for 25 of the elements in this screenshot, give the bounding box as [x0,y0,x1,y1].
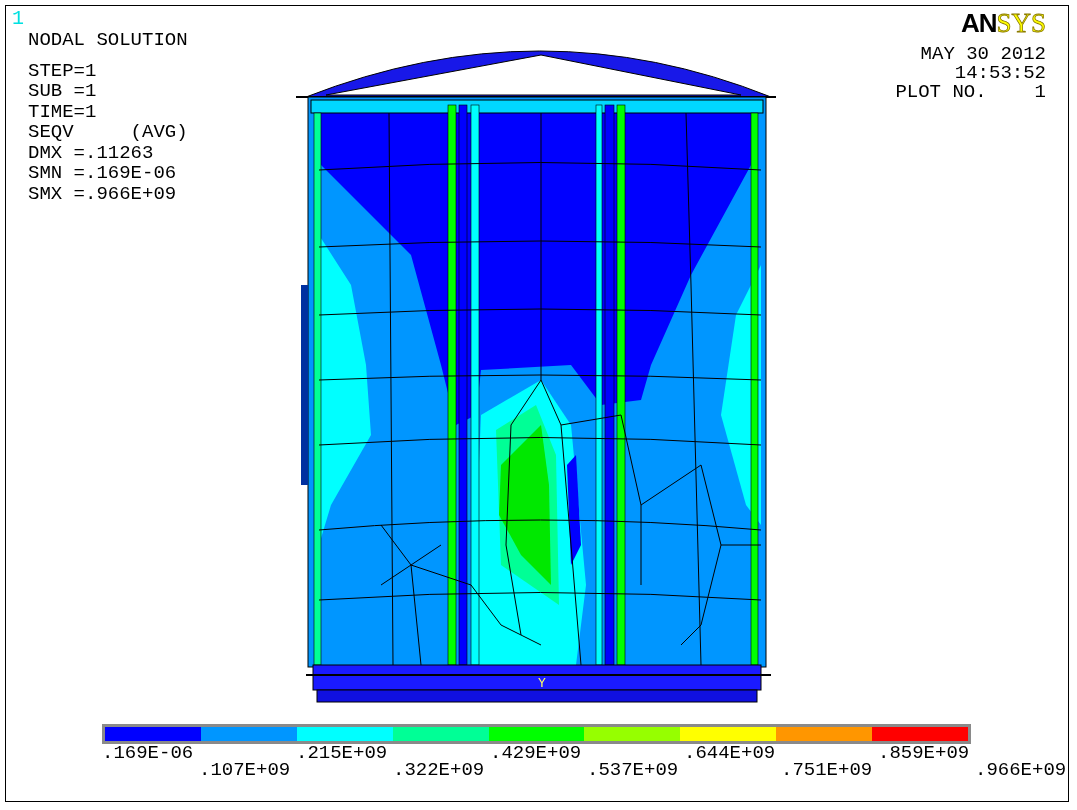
scale-label: .322E+09 [393,762,486,779]
scale-label: .215E+09 [296,745,389,762]
plot-date: MAY 30 2012 [920,45,1046,64]
logo: ANSYS [960,10,1046,36]
plot-number-label: PLOT NO. [895,83,987,102]
plot-number: 1 [1034,83,1046,102]
plot-title: NODAL SOLUTION [28,30,189,51]
scale-label: .644E+09 [684,745,777,762]
info-line: SMX =.966E+09 [28,183,178,204]
info-line: SMN =.169E-06 [28,163,178,184]
scale-label: .859E+09 [878,745,971,762]
info-line: TIME=1 [28,101,98,122]
info-line: STEP=1 [28,60,98,81]
scale-label: .966E+09 [975,762,1068,779]
scale-label: .537E+09 [587,762,680,779]
info-line: SUB =1 [28,81,98,102]
plot-time: 14:53:52 [954,64,1046,83]
scale-label: .751E+09 [781,762,874,779]
scale-label: .429E+09 [490,745,583,762]
scale-label: .169E-06 [102,745,195,762]
info-line: SEQV (AVG) [28,122,189,143]
axis-label: Y [538,676,546,691]
info-line: DMX =.11263 [28,142,155,163]
window-number: 1 [12,8,24,30]
scale-label: .107E+09 [199,762,292,779]
